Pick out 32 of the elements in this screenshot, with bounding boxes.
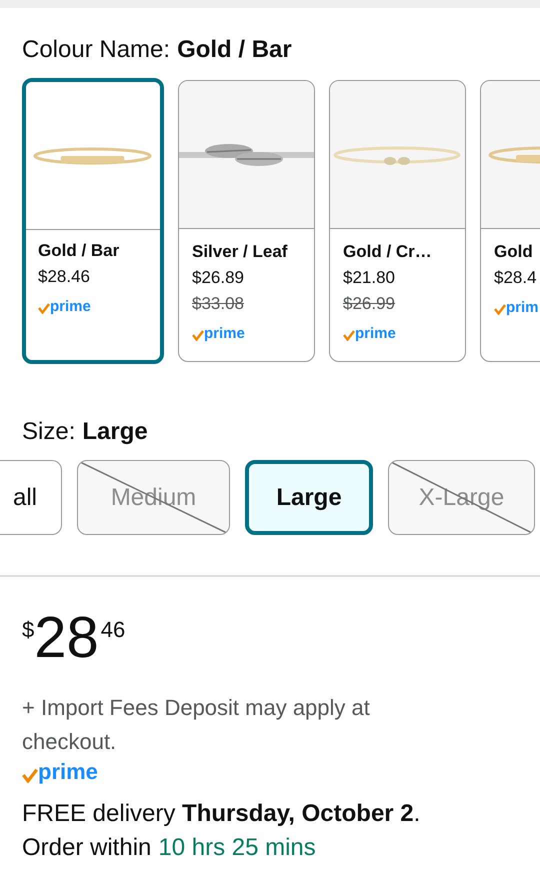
prime-badge: prime [38, 299, 91, 314]
option-price: $28.46 [38, 266, 91, 288]
currency-symbol: $ [22, 616, 34, 644]
colour-value: Gold / Bar [177, 35, 292, 65]
colour-option-card[interactable]: Gold $28.4 prim [480, 80, 540, 362]
colour-option-card[interactable]: Gold / Bar $28.46 prime [22, 78, 164, 364]
list-price: $33.08 [192, 293, 244, 315]
colour-label: Colour Name: [22, 35, 170, 65]
prime-badge: prime [192, 326, 245, 341]
prime-badge: prime [343, 326, 396, 341]
colour-option-card[interactable]: Silver / Leaf $26.89 $33.08 prime [178, 80, 315, 362]
countdown-text: 10 hrs 25 mins [158, 833, 316, 863]
prime-badge: prime [22, 761, 98, 783]
option-price: $28.4 [494, 267, 538, 289]
size-option-button[interactable]: Large [245, 460, 373, 535]
option-price: $26.89 [192, 267, 245, 289]
list-price: $26.99 [343, 293, 395, 315]
colour-option-card[interactable]: Gold / Cr… $21.80 $26.99 prime [329, 80, 466, 362]
delivery-text: FREE delivery Thursday, October 2. [21, 799, 422, 829]
option-name: Gold / Cr… [343, 241, 433, 263]
price-fraction: 46 [100, 616, 126, 644]
size-label: Size: [22, 417, 76, 447]
price-whole: 28 [34, 607, 99, 669]
option-name: Gold [494, 241, 534, 263]
option-name: Gold / Bar [38, 240, 120, 262]
import-fees-note: + Import Fees Deposit may apply at checkout. [21, 694, 371, 756]
size-value: Large [82, 417, 148, 447]
size-option-button[interactable]: all [0, 460, 62, 535]
option-name: Silver / Leaf [192, 241, 288, 263]
order-within-text: Order within [22, 833, 152, 863]
option-price: $21.80 [343, 267, 396, 289]
prime-badge: prim [494, 300, 539, 315]
